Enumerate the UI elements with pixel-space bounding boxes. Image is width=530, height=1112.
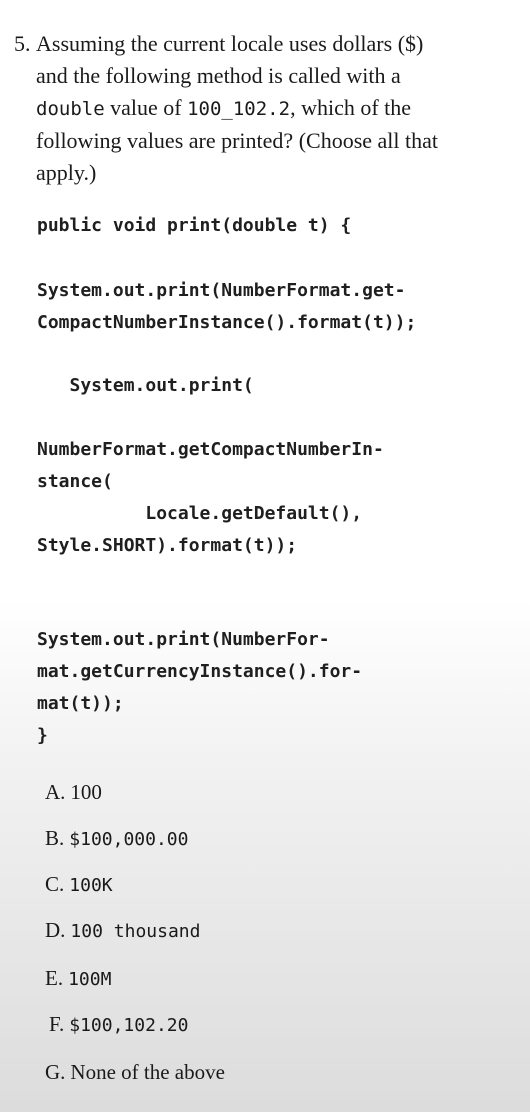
option-e: E. 100M: [45, 966, 111, 991]
code-stmt2-line1: System.out.print(: [37, 375, 254, 396]
option-g: G. None of the above: [45, 1060, 225, 1085]
code-stmt3-line2: mat.getCurrencyInstance().for-: [37, 661, 363, 682]
question-line-4: following values are printed? (Choose al…: [36, 128, 438, 153]
code-closing-brace: }: [37, 725, 48, 746]
code-stmt2-line4: Locale.getDefault(),: [37, 503, 363, 524]
option-value: 100M: [68, 969, 112, 990]
option-letter: A.: [45, 780, 66, 804]
option-letter: B.: [45, 826, 65, 850]
option-d: D. 100 thousand: [45, 918, 200, 943]
option-f: F. $100,102.20: [49, 1012, 188, 1037]
code-signature: public void print(double t) {: [37, 215, 352, 236]
option-value: $100,000.00: [69, 829, 189, 850]
code-stmt1-line2: CompactNumberInstance().format(t));: [37, 312, 417, 333]
code-stmt2-line5: Style.SHORT).format(t));: [37, 535, 298, 556]
option-value: $100,102.20: [69, 1015, 189, 1036]
option-value: None of the above: [70, 1060, 225, 1084]
question-number: 5.: [14, 31, 31, 56]
option-b: B. $100,000.00: [45, 826, 188, 851]
option-value: 100K: [69, 875, 113, 896]
question-text: 5. Assuming the current locale uses dolla…: [14, 28, 514, 189]
option-value: 100: [70, 780, 102, 804]
code-stmt2-line3: stance(: [37, 471, 113, 492]
option-letter: C.: [45, 872, 65, 896]
option-a: A. 100: [45, 780, 102, 805]
code-stmt3-line1: System.out.print(NumberFor-: [37, 629, 330, 650]
code-value: 100_102.2: [187, 98, 291, 120]
code-stmt3-line3: mat(t));: [37, 693, 124, 714]
option-c: C. 100K: [45, 872, 113, 897]
question-line-3: double value of 100_102.2, which of the: [36, 95, 412, 120]
code-stmt1-line1: System.out.print(NumberFormat.get-: [37, 280, 406, 301]
question-line-1: 5. Assuming the current locale uses dolla…: [14, 28, 514, 60]
option-letter: D.: [45, 918, 66, 942]
option-letter: E.: [45, 966, 64, 990]
code-stmt2-line2: NumberFormat.getCompactNumberIn-: [37, 439, 384, 460]
question-line-2: and the following method is called with …: [36, 63, 401, 88]
option-letter: G.: [45, 1060, 66, 1084]
question-line-5: apply.): [36, 160, 97, 185]
option-letter: F.: [49, 1012, 65, 1036]
option-value: 100 thousand: [70, 921, 201, 942]
code-keyword-double: double: [36, 98, 105, 120]
